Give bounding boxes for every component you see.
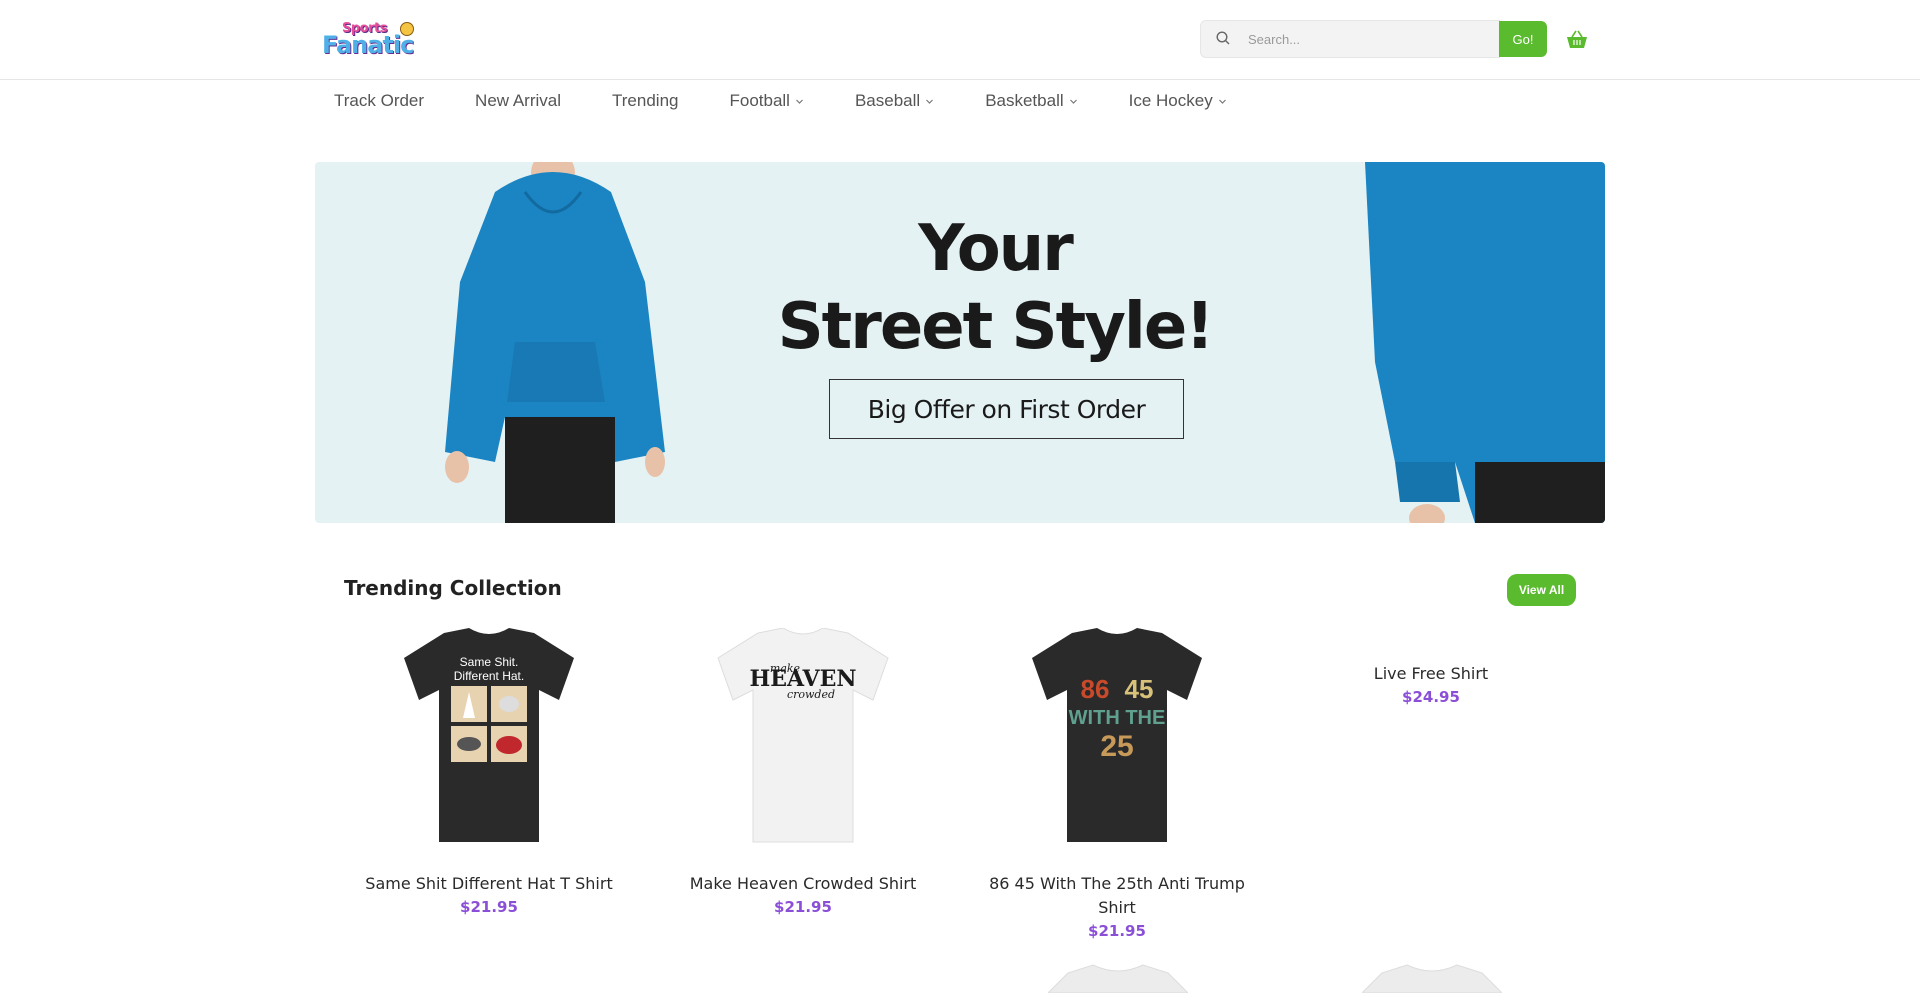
svg-text:make: make bbox=[770, 662, 801, 675]
product-image[interactable]: 86 45 WITH THE 25 bbox=[1017, 628, 1217, 844]
product-image-partial[interactable] bbox=[1048, 963, 1188, 993]
svg-text:crowded: crowded bbox=[787, 688, 835, 701]
hero-banner[interactable]: Your Street Style! Big Offer on First Or… bbox=[315, 162, 1605, 523]
svg-text:86: 86 bbox=[1081, 674, 1110, 704]
nav-item-label: Track Order bbox=[334, 91, 425, 110]
product-card[interactable]: 86 45 WITH THE 25 86 45 With The 25th An… bbox=[967, 628, 1267, 940]
logo-line2: Fanatic bbox=[322, 31, 414, 59]
product-name[interactable]: Make Heaven Crowded Shirt bbox=[653, 872, 953, 896]
product-price: $21.95 bbox=[460, 898, 518, 916]
logo[interactable]: Sports Fanatic bbox=[322, 20, 424, 60]
hero-title-line1: Your bbox=[918, 212, 1074, 286]
svg-text:WITH THE: WITH THE bbox=[1069, 707, 1166, 729]
product-card[interactable]: Live Free Shirt $24.95 bbox=[1281, 662, 1581, 706]
svg-text:45: 45 bbox=[1125, 674, 1154, 704]
search-input[interactable] bbox=[1248, 21, 1488, 57]
product-card[interactable]: Same Shit. Different Hat. Same Shit Diff… bbox=[339, 628, 639, 916]
nav-item-track-order[interactable]: Track Order bbox=[322, 91, 424, 111]
svg-text:25: 25 bbox=[1100, 730, 1133, 763]
search-icon bbox=[1216, 31, 1230, 45]
nav-item-label: Baseball bbox=[854, 91, 921, 110]
nav-item-new-arrival[interactable]: New Arrival bbox=[463, 91, 561, 111]
chevron-down-icon bbox=[926, 99, 934, 104]
product-name[interactable]: 86 45 With The 25th Anti Trump Shirt bbox=[977, 872, 1257, 920]
product-name[interactable]: Live Free Shirt bbox=[1281, 662, 1581, 686]
ball-icon bbox=[400, 22, 414, 36]
chevron-down-icon bbox=[1218, 99, 1226, 104]
nav-item-label: Ice Hockey bbox=[1128, 91, 1213, 110]
product-price: $21.95 bbox=[1088, 922, 1146, 940]
product-image[interactable]: Same Shit. Different Hat. bbox=[389, 628, 589, 844]
chevron-down-icon bbox=[1069, 99, 1077, 104]
nav-item-ice-hockey[interactable]: Ice Hockey bbox=[1117, 91, 1227, 111]
nav-item-baseball[interactable]: Baseball bbox=[843, 91, 934, 111]
nav-item-label: Basketball bbox=[985, 91, 1064, 110]
svg-text:Different Hat.: Different Hat. bbox=[454, 669, 524, 683]
site-header: Sports Fanatic Go! bbox=[0, 0, 1920, 80]
search-box bbox=[1200, 20, 1500, 58]
chevron-down-icon bbox=[796, 99, 803, 104]
nav-item-football[interactable]: Football bbox=[717, 91, 803, 111]
product-price: $24.95 bbox=[1402, 688, 1460, 706]
hoodie-sleeve-image bbox=[1365, 162, 1605, 523]
nav-item-trending[interactable]: Trending bbox=[600, 91, 678, 111]
basket-icon[interactable] bbox=[1566, 30, 1588, 50]
product-image[interactable]: HEAVEN make crowded bbox=[703, 627, 903, 844]
product-price: $21.95 bbox=[774, 898, 832, 916]
nav-item-label: Trending bbox=[612, 91, 679, 110]
hero-offer-box[interactable]: Big Offer on First Order bbox=[829, 379, 1184, 439]
product-name[interactable]: Same Shit Different Hat T Shirt bbox=[339, 872, 639, 896]
search-go-button[interactable]: Go! bbox=[1499, 21, 1547, 57]
main-nav: Track Order New Arrival Trending Footbal… bbox=[322, 80, 1266, 122]
section-title: Trending Collection bbox=[344, 576, 562, 600]
nav-item-label: New Arrival bbox=[475, 91, 562, 110]
nav-item-label: Football bbox=[729, 91, 790, 110]
hoodie-model-image bbox=[445, 162, 665, 523]
hero-title-line2: Street Style! bbox=[777, 290, 1215, 364]
svg-text:Same Shit.: Same Shit. bbox=[460, 655, 519, 669]
product-image-partial[interactable] bbox=[1362, 963, 1502, 993]
product-card[interactable]: HEAVEN make crowded Make Heaven Crowded … bbox=[653, 627, 953, 916]
view-all-button[interactable]: View All bbox=[1507, 574, 1576, 606]
nav-item-basketball[interactable]: Basketball bbox=[973, 91, 1077, 111]
